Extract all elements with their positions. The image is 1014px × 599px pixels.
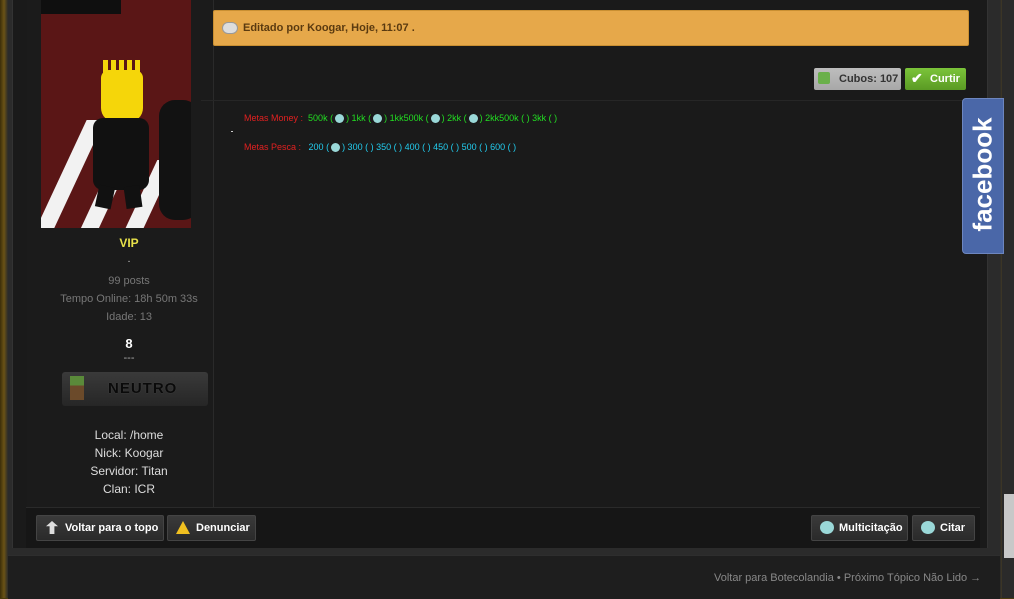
quote-icon [921, 521, 935, 534]
multiquote-icon [820, 521, 834, 534]
user-local: Local: /home [94, 428, 164, 442]
back-to-top-button[interactable]: Voltar para o topo [36, 515, 164, 541]
quote-button[interactable]: Citar [912, 515, 975, 541]
content-divider [201, 100, 985, 101]
neutro-badge: NEUTRO [62, 372, 208, 406]
badge-label: NEUTRO [108, 380, 178, 397]
multiquote-button[interactable]: Multicitação [811, 515, 908, 541]
quote-label: Citar [940, 522, 966, 534]
diamond-icon [430, 114, 440, 124]
bottom-navigation[interactable]: Voltar para Botecolandia • Próximo Tópic… [714, 572, 981, 584]
user-server: Servidor: Titan [90, 464, 168, 478]
reputation-dashes: --- [123, 352, 135, 364]
cubos-label: Cubos: 107 [839, 73, 899, 85]
user-rank: VIP [119, 236, 139, 250]
stray-dot [231, 131, 233, 132]
cube-icon [818, 72, 830, 84]
warning-icon [176, 521, 190, 534]
like-button[interactable]: ✔ Curtir [905, 68, 966, 90]
diamond-icon [331, 143, 341, 153]
reputation-count: 8 [125, 336, 133, 351]
avatar [41, 0, 191, 228]
edit-icon [222, 22, 238, 34]
multiquote-label: Multicitação [839, 522, 903, 534]
pesca-label: Metas Pesca : [244, 142, 302, 152]
facebook-tab[interactable]: facebook [962, 98, 1004, 254]
checkmark-icon: ✔ [911, 70, 923, 86]
money-label: Metas Money : [244, 113, 304, 123]
like-label: Curtir [930, 73, 960, 85]
arrow-up-icon [46, 521, 58, 534]
grass-block-icon [70, 376, 84, 400]
diamond-icon [335, 114, 345, 124]
user-sidebar: VIP . 99 posts Tempo Online: 18h 50m 33s… [27, 0, 214, 507]
facebook-label: facebook [967, 117, 998, 232]
report-button[interactable]: Denunciar [167, 515, 256, 541]
post-count: 99 posts [108, 275, 150, 287]
diamond-icon [468, 114, 478, 124]
metas-money-line: Metas Money : 500k () 1kk () 1kk500k () … [244, 113, 558, 124]
edit-notice-text: Editado por Koogar, Hoje, 11:07 . [243, 22, 415, 34]
user-clan: Clan: ICR [102, 482, 155, 496]
rank-dot: . [127, 254, 131, 265]
online-time: Tempo Online: 18h 50m 33s [60, 293, 198, 305]
back-to-top-label: Voltar para o topo [65, 522, 159, 534]
metas-pesca-line: Metas Pesca : 200 () 300 ( ) 350 ( ) 400… [244, 142, 517, 153]
cubos-button[interactable]: Cubos: 107 [814, 68, 901, 90]
user-age: Idade: 13 [106, 311, 152, 323]
report-label: Denunciar [196, 522, 250, 534]
edit-notice: Editado por Koogar, Hoje, 11:07 . [213, 10, 969, 46]
user-nick: Nick: Koogar [94, 446, 164, 460]
diamond-icon [373, 114, 383, 124]
scrollbar-thumb[interactable] [1004, 494, 1014, 558]
